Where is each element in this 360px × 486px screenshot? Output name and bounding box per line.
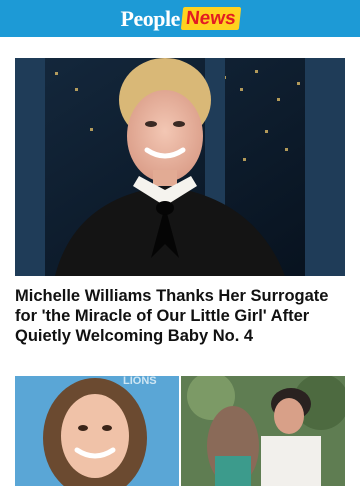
logo-people-text: People — [120, 5, 181, 31]
thumbnail-left[interactable]: LIONS — [15, 376, 179, 486]
thumbnail-left-photo: LIONS — [15, 376, 179, 486]
hero-image[interactable] — [15, 58, 345, 276]
backdrop-text: LIONS — [123, 376, 157, 387]
people-news-logo[interactable]: People News — [120, 5, 241, 32]
logo-news-text: News — [180, 7, 241, 30]
thumbnail-right[interactable] — [181, 376, 345, 486]
hero-photo-illustration — [15, 58, 345, 276]
article-headline[interactable]: Michelle Williams Thanks Her Surrogate f… — [15, 286, 345, 346]
thumbnail-right-photo — [181, 376, 345, 486]
site-header: People News — [0, 0, 360, 37]
